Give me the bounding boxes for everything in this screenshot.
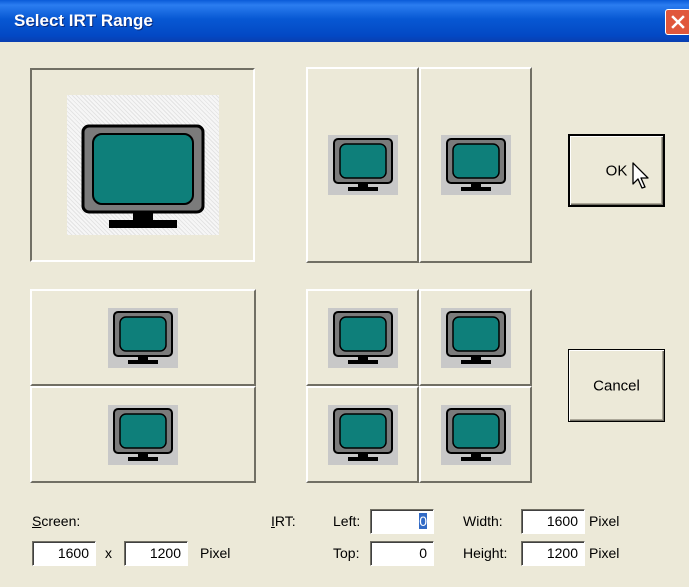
irt-height-unit: Pixel — [589, 545, 620, 561]
layout-left-half[interactable] — [306, 67, 419, 263]
irt-height-field[interactable]: 1200 — [521, 541, 585, 566]
layout-right-half[interactable] — [419, 67, 532, 263]
irt-top-field[interactable]: 0 — [370, 541, 434, 566]
monitor-icon — [108, 404, 178, 465]
title-bar[interactable]: Select IRT Range — [0, 0, 689, 42]
layout-quadrant-top-left[interactable] — [306, 289, 419, 386]
screen-label-mnemonic: S — [32, 513, 42, 529]
irt-width-field[interactable]: 1600 — [521, 509, 585, 534]
dialog-title: Select IRT Range — [14, 11, 153, 30]
layout-quadrant-bottom-right[interactable] — [419, 386, 532, 483]
irt-label-rest: RT: — [274, 513, 296, 529]
irt-label: IRT: — [271, 513, 296, 529]
irt-width-unit: Pixel — [589, 513, 620, 529]
screen-height-field[interactable]: 1200 — [124, 541, 188, 566]
monitor-icon — [440, 404, 511, 465]
close-button[interactable] — [665, 9, 689, 35]
screen-label-rest: creen: — [41, 513, 81, 529]
monitor-icon — [327, 307, 398, 368]
screen-x-label: x — [105, 545, 112, 561]
screen-width-field[interactable]: 1600 — [32, 541, 96, 566]
mouse-pointer-icon — [632, 162, 649, 189]
irt-width-label: Width: — [463, 513, 503, 529]
cancel-button[interactable]: Cancel — [568, 349, 665, 422]
close-icon — [671, 15, 685, 29]
monitor-icon — [327, 135, 398, 195]
irt-left-label: Left: — [333, 513, 361, 529]
cancel-button-label: Cancel — [593, 377, 640, 394]
monitor-icon — [440, 307, 511, 368]
screen-label: Screen: — [32, 513, 80, 529]
layout-bottom-half[interactable] — [30, 386, 256, 483]
irt-height-label: Height: — [463, 545, 508, 561]
monitor-icon — [440, 135, 511, 195]
irt-left-field[interactable]: 0 — [370, 509, 434, 534]
irt-top-label: Top: — [333, 545, 360, 561]
layout-quadrant-top-right[interactable] — [419, 289, 532, 386]
layout-full-screen[interactable] — [30, 68, 255, 262]
dialog-window: Select IRT Range OK Cancel Screen: 1600 … — [0, 0, 689, 587]
layout-quadrant-bottom-left[interactable] — [306, 386, 419, 483]
monitor-icon — [81, 124, 204, 229]
layout-top-half[interactable] — [30, 289, 256, 386]
monitor-icon — [327, 404, 398, 465]
monitor-icon — [108, 307, 178, 368]
screen-unit-label: Pixel — [200, 545, 231, 561]
